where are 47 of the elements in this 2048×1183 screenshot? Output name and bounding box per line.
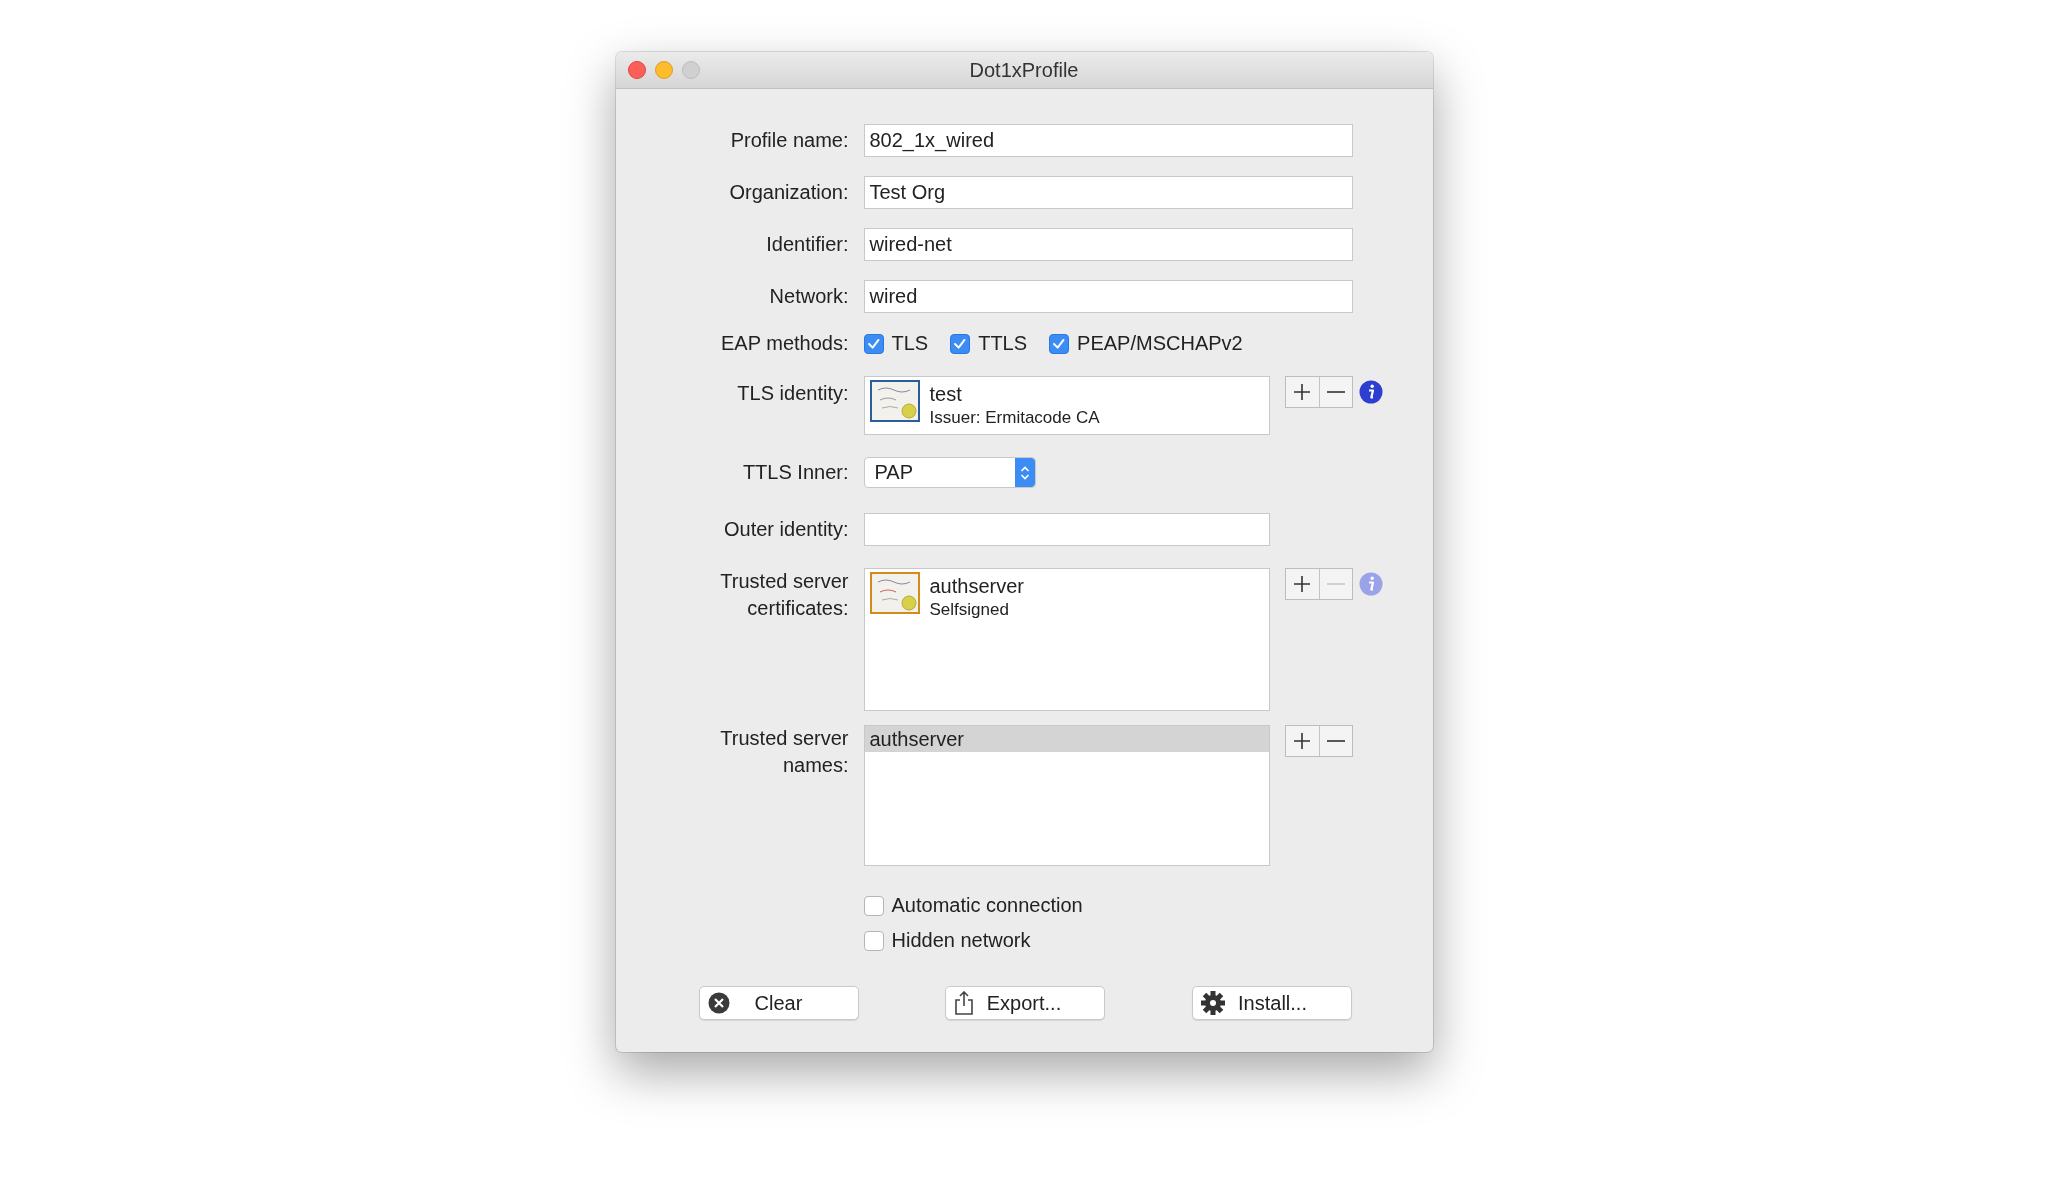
close-button[interactable] xyxy=(627,61,646,79)
field-label: Profile name: xyxy=(729,129,849,152)
chevron-icon xyxy=(1019,464,1030,481)
checkbox[interactable]: TLS xyxy=(863,332,929,355)
server-name-list[interactable]: authserver xyxy=(863,725,1270,866)
plus-icon xyxy=(1293,383,1311,401)
field-label: EAP methods: xyxy=(720,332,849,355)
close-icon xyxy=(707,992,730,1014)
field-label: TTLS Inner: xyxy=(741,461,849,484)
certificate-icon xyxy=(869,572,920,614)
text-field[interactable] xyxy=(863,513,1270,546)
certificate-detail: Selfsigned xyxy=(929,600,1010,620)
dropdown[interactable]: PAP xyxy=(863,457,1036,488)
window-title: Dot1xProfile xyxy=(969,58,1079,81)
field-label: Network: xyxy=(768,285,849,308)
certificate-name: test xyxy=(929,383,963,406)
certificate-icon xyxy=(869,380,920,422)
certificate-list[interactable]: authserver Selfsigned xyxy=(863,568,1270,711)
checkbox[interactable]: Hidden network xyxy=(863,929,1330,952)
install-button[interactable]: Install... xyxy=(1191,986,1352,1020)
minus-icon xyxy=(1326,740,1345,742)
field-label: TLS identity: xyxy=(736,381,849,405)
checkbox[interactable]: Automatic connection xyxy=(863,894,1330,917)
field-label: Trusted server names: xyxy=(719,726,849,778)
checkbox[interactable]: TTLS xyxy=(950,332,1028,355)
certificate-detail: Issuer: Ermitacode CA xyxy=(929,408,1100,428)
text-field[interactable]: 802_1x_wired xyxy=(863,124,1353,157)
list-item[interactable]: authserver xyxy=(864,726,1269,752)
field-label: Organization: xyxy=(728,181,849,204)
certificate-name: authserver xyxy=(929,575,1024,598)
gear-icon xyxy=(1200,991,1225,1015)
text-field[interactable]: Test Org xyxy=(863,176,1353,209)
minus-icon xyxy=(1326,391,1345,393)
checkbox[interactable]: PEAP/MSCHAPv2 xyxy=(1049,332,1243,355)
field-label: Identifier: xyxy=(765,233,849,256)
text-field[interactable]: wired-net xyxy=(863,228,1353,261)
plus-icon xyxy=(1293,732,1311,750)
identity-list[interactable]: test Issuer: Ermitacode CA xyxy=(863,376,1270,435)
export-button[interactable]: Export... xyxy=(945,986,1105,1020)
minus-icon xyxy=(1326,583,1345,585)
text-field[interactable]: wired xyxy=(863,280,1353,313)
plus-icon xyxy=(1293,575,1311,593)
clear-button[interactable]: Clear xyxy=(698,986,859,1020)
field-label: Trusted server certificates: xyxy=(719,569,849,621)
field-label: Outer identity: xyxy=(723,518,849,541)
info-icon[interactable] xyxy=(1358,380,1383,404)
share-icon xyxy=(954,991,974,1015)
